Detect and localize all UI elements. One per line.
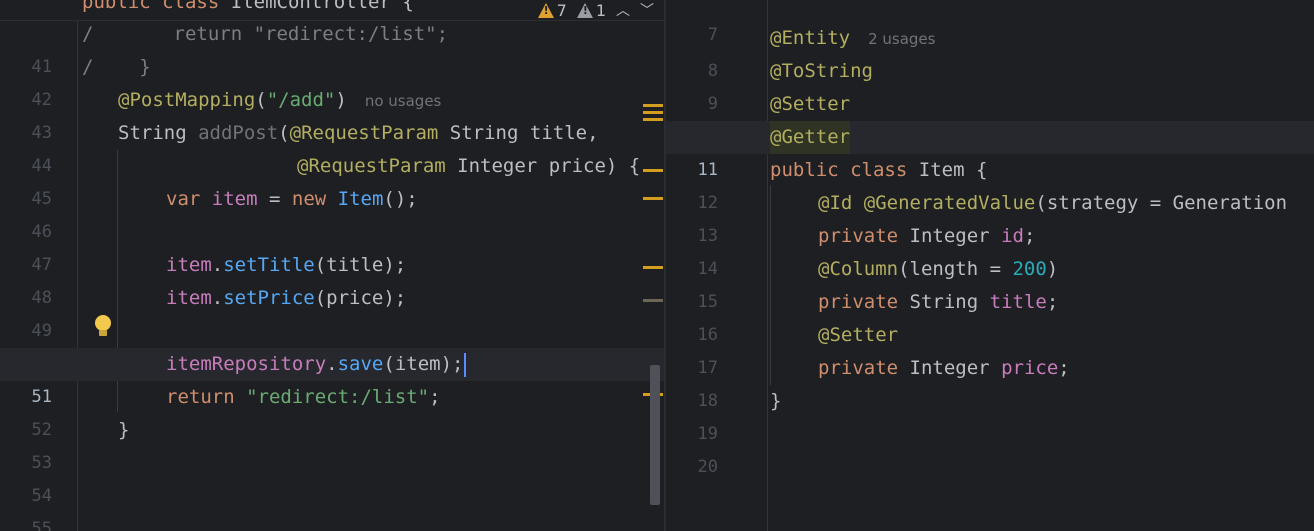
code-line[interactable]: 54 <box>0 447 664 506</box>
code-line[interactable]: 20 <box>666 418 1314 477</box>
right-editor-pane[interactable]: 7 8 @Entity2 usages 9 @ToString 10 @Sett… <box>666 0 1314 531</box>
warning-stripe-marker[interactable] <box>643 104 663 107</box>
line-number: 20 <box>697 457 718 477</box>
usages-hint[interactable]: no usages <box>365 92 442 110</box>
code-line[interactable]: 8 @Entity 2 usages <box>666 22 1314 81</box>
code-line[interactable]: 9 @ToString <box>666 55 1314 114</box>
current-code-line[interactable]: 51 itemRepository.save(item); <box>0 348 664 407</box>
previous-highlight-icon[interactable]: ︿ <box>616 0 630 20</box>
code-line[interactable]: 16 private String title; <box>666 286 1314 345</box>
code-line[interactable]: 41 / return "redirect:/list"; <box>0 18 664 77</box>
warning-stripe-marker[interactable] <box>643 118 663 121</box>
inspections-widget[interactable]: 7 1 ︿ ﹀ <box>525 0 664 20</box>
warning-stripe-marker[interactable] <box>643 266 663 269</box>
code-line[interactable]: 44 String addPost(@RequestParam String t… <box>0 117 664 176</box>
annotation: @PostMapping <box>118 89 256 111</box>
code-line[interactable]: 45 @RequestParam Integer price) { <box>0 150 664 209</box>
left-editor-pane[interactable]: 16 public class ItemController { 7 1 ︿ ﹀… <box>0 0 664 531</box>
warnings-counter[interactable]: 7 <box>537 1 567 20</box>
warning-stripe-marker[interactable] <box>643 197 663 200</box>
code-line[interactable]: 42 / } <box>0 51 664 110</box>
string-literal: "/add" <box>266 89 336 111</box>
code-line[interactable]: 43 @PostMapping("/add") no usages <box>0 84 664 143</box>
code-line[interactable]: 53 } <box>0 414 664 473</box>
method-name: addPost <box>198 122 279 144</box>
lightbulb-icon[interactable] <box>95 315 111 337</box>
annotation: @ToString <box>770 60 873 82</box>
annotation: @Getter <box>770 121 851 154</box>
weak-warning-stripe-marker[interactable] <box>643 299 663 302</box>
comment-code: / return "redirect:/list"; <box>82 23 449 45</box>
weak-warning-icon <box>576 2 593 18</box>
code-line[interactable]: 48 item.setTitle(title); <box>0 249 664 308</box>
code-line[interactable]: 49 item.setPrice(price); <box>0 282 664 341</box>
code-line[interactable]: 15 @Column(length = 200) <box>666 253 1314 312</box>
warning-stripe-marker[interactable] <box>643 111 663 114</box>
code-line[interactable]: 12 public class Item { <box>666 154 1314 213</box>
weak-warnings-counter[interactable]: 1 <box>576 1 606 20</box>
code-line[interactable]: 19 } <box>666 385 1314 444</box>
comment-code: / } <box>82 56 151 78</box>
code-line[interactable]: 13 @Id @GeneratedValue(strategy = Genera… <box>666 187 1314 246</box>
annotation: @Setter <box>770 93 851 115</box>
code-line[interactable]: 55 <box>0 480 664 531</box>
warning-stripe-marker[interactable] <box>643 169 663 172</box>
sticky-code: public class ItemController { <box>82 0 414 13</box>
current-code-line[interactable]: 11 @Getter <box>666 121 1314 180</box>
code-line[interactable]: 47 <box>0 216 664 275</box>
vertical-scrollbar-thumb[interactable] <box>650 365 660 505</box>
code-line[interactable]: 18 private Integer price; <box>666 352 1314 411</box>
code-line[interactable]: 14 private Integer id; <box>666 220 1314 279</box>
code-line[interactable]: 7 <box>666 0 1314 45</box>
line-number: 16 <box>0 19 52 20</box>
text-caret <box>464 352 467 377</box>
code-line[interactable]: 46 var item = new Item(); <box>0 183 664 242</box>
warning-icon <box>537 2 554 18</box>
line-number: 55 <box>31 519 52 531</box>
annotation: @Entity <box>770 27 851 49</box>
usages-hint[interactable]: 2 usages <box>868 30 935 48</box>
code-line[interactable]: 17 @Setter <box>666 319 1314 378</box>
code-line[interactable]: 10 @Setter <box>666 88 1314 147</box>
code-line[interactable]: 52 return "redirect:/list"; <box>0 381 664 440</box>
next-highlight-icon[interactable]: ﹀ <box>640 0 654 20</box>
